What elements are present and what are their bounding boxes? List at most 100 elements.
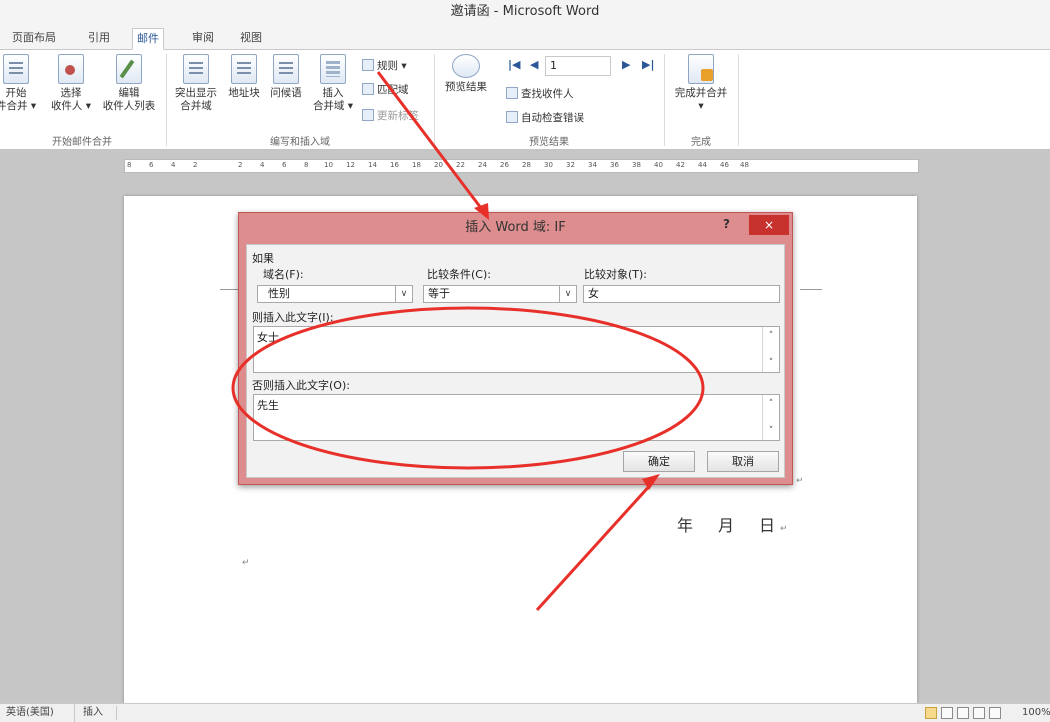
outline-icon[interactable] <box>973 707 985 719</box>
scroll-up-icon[interactable]: ˄ <box>763 399 779 409</box>
ruler-tick: 8 <box>127 161 132 169</box>
ruler-tick: 14 <box>368 161 377 169</box>
match-fields-button[interactable]: 匹配域 <box>362 82 409 97</box>
ok-button[interactable]: 确定 <box>623 451 695 472</box>
edit-recipient-list-button[interactable]: 编辑 收件人列表 <box>98 54 160 113</box>
record-number-input[interactable]: 1 <box>545 56 611 76</box>
ruler-tick: 32 <box>566 161 575 169</box>
otherwise-text-area[interactable]: 先生 ˄ ˅ <box>253 394 780 441</box>
find-recipient-button[interactable]: 查找收件人 <box>506 86 574 101</box>
compare-to-input[interactable]: 女 <box>583 285 780 303</box>
highlight-label: 突出显示 <box>175 87 217 99</box>
ruler-tick: 42 <box>676 161 685 169</box>
ribbon-separator <box>434 54 435 146</box>
ruler-tick: 6 <box>149 161 154 169</box>
tab-mailings[interactable]: 邮件 <box>132 28 164 50</box>
finish-merge-button[interactable]: 完成并合并 ▾ <box>668 54 734 113</box>
paragraph-mark: ↵ <box>780 524 789 534</box>
first-record-icon[interactable]: |◀ <box>508 58 520 71</box>
zoom-level[interactable]: 100% <box>1022 704 1050 722</box>
highlight-fields-icon <box>183 54 209 84</box>
cancel-button[interactable]: 取消 <box>707 451 779 472</box>
view-buttons <box>925 707 1005 722</box>
ruler-tick: 38 <box>632 161 641 169</box>
ruler-tick: 10 <box>324 161 333 169</box>
insert-if-field-dialog: 插入 Word 域: IF ? × 如果 域名(F): 性别 ∨ 比较条件(C)… <box>238 212 793 485</box>
ribbon-separator <box>664 54 665 146</box>
web-layout-icon[interactable] <box>957 707 969 719</box>
finish-merge-label: 完成并合并 <box>674 87 728 99</box>
chevron-down-icon[interactable]: ∨ <box>395 286 412 302</box>
ribbon-separator <box>166 54 167 146</box>
rules-label: 规则 ▾ <box>377 60 407 72</box>
language-status[interactable]: 英语(美国) <box>6 704 54 722</box>
window-title: 邀请函 - Microsoft Word <box>0 0 1050 24</box>
tab-page-layout[interactable]: 页面布局 <box>8 28 60 50</box>
scroll-up-icon[interactable]: ˄ <box>763 331 779 341</box>
finish-merge-icon <box>688 54 714 84</box>
dialog-title: 插入 Word 域: IF <box>465 220 566 235</box>
select-recipients-button[interactable]: 选择 收件人 ▾ <box>48 54 94 113</box>
insert-mode-status[interactable]: 插入 <box>74 704 103 722</box>
horizontal-ruler[interactable]: 8 6 4 2 2 4 6 8 10 12 14 16 18 20 22 24 … <box>124 159 919 173</box>
ruler-tick: 4 <box>171 161 176 169</box>
insert-label-2: 合并域 ▾ <box>312 100 354 112</box>
field-name-label: 域名(F): <box>263 268 304 281</box>
ruler-tick: 2 <box>238 161 243 169</box>
greeting-line-button[interactable]: 问候语 <box>266 54 306 100</box>
update-labels-icon <box>362 109 374 121</box>
close-icon[interactable]: × <box>749 215 789 235</box>
edit-label-2: 收件人列表 <box>102 100 156 112</box>
previous-record-icon[interactable]: ◀ <box>530 58 538 71</box>
update-labels-button[interactable]: 更新标签 <box>362 108 419 123</box>
ruler-tick: 8 <box>304 161 309 169</box>
draft-icon[interactable] <box>989 707 1001 719</box>
ruler-tick: 18 <box>412 161 421 169</box>
paragraph-mark: ↵ <box>796 476 804 486</box>
start-mail-merge-button[interactable]: 开始 件合并 ▾ <box>0 54 36 113</box>
ruler-tick: 22 <box>456 161 465 169</box>
chevron-down-icon[interactable]: ∨ <box>559 286 576 302</box>
print-layout-icon[interactable] <box>925 707 937 719</box>
insert-merge-field-button[interactable]: 插入 合并域 ▾ <box>308 54 358 113</box>
ruler-tick: 40 <box>654 161 663 169</box>
date-day: 日 <box>759 516 777 535</box>
otherwise-text-value: 先生 <box>257 399 279 412</box>
start-label-2: 件合并 ▾ <box>0 100 37 112</box>
next-record-icon[interactable]: ▶ <box>622 58 630 71</box>
scroll-down-icon[interactable]: ˅ <box>763 426 779 436</box>
otherwise-text-scrollbar[interactable]: ˄ ˅ <box>762 395 779 440</box>
preview-results-label: 预览结果 <box>445 81 487 93</box>
auto-check-errors-button[interactable]: 自动检查错误 <box>506 110 584 125</box>
comparison-select[interactable]: 等于 ∨ <box>423 285 577 303</box>
recipients-icon <box>58 54 84 84</box>
insert-text-area[interactable]: 女士 ˄ ˅ <box>253 326 780 373</box>
help-icon[interactable]: ? <box>723 217 730 231</box>
otherwise-text-label: 否则插入此文字(O): <box>252 379 350 392</box>
address-block-button[interactable]: 地址块 <box>224 54 264 100</box>
full-screen-reading-icon[interactable] <box>941 707 953 719</box>
last-record-icon[interactable]: ▶| <box>642 58 654 71</box>
paragraph-mark: ↵ <box>242 558 250 568</box>
tab-references[interactable]: 引用 <box>84 28 114 50</box>
highlight-merge-fields-button[interactable]: 突出显示 合并域 <box>172 54 220 113</box>
group-start-mail-merge: 开始邮件合并 <box>52 137 112 148</box>
preview-results-button[interactable]: 预览结果 <box>440 54 492 94</box>
find-recipient-label: 查找收件人 <box>521 88 574 100</box>
ribbon-separator <box>738 54 739 146</box>
ruler-tick: 44 <box>698 161 707 169</box>
rules-icon <box>362 59 374 71</box>
tab-review[interactable]: 审阅 <box>188 28 218 50</box>
header-line-right <box>800 289 822 290</box>
auto-check-label: 自动检查错误 <box>521 112 584 124</box>
comparison-value: 等于 <box>428 287 450 300</box>
field-name-select[interactable]: 性别 ∨ <box>257 285 413 303</box>
status-bar: 英语(美国) 插入 100% <box>0 703 1050 722</box>
rules-button[interactable]: 规则 ▾ <box>362 58 407 73</box>
find-recipient-icon <box>506 87 518 99</box>
scroll-down-icon[interactable]: ˅ <box>763 358 779 368</box>
tab-view[interactable]: 视图 <box>236 28 266 50</box>
edit-list-icon <box>116 54 142 84</box>
group-write-insert-fields: 编写和插入域 <box>270 137 330 148</box>
insert-text-scrollbar[interactable]: ˄ ˅ <box>762 327 779 372</box>
